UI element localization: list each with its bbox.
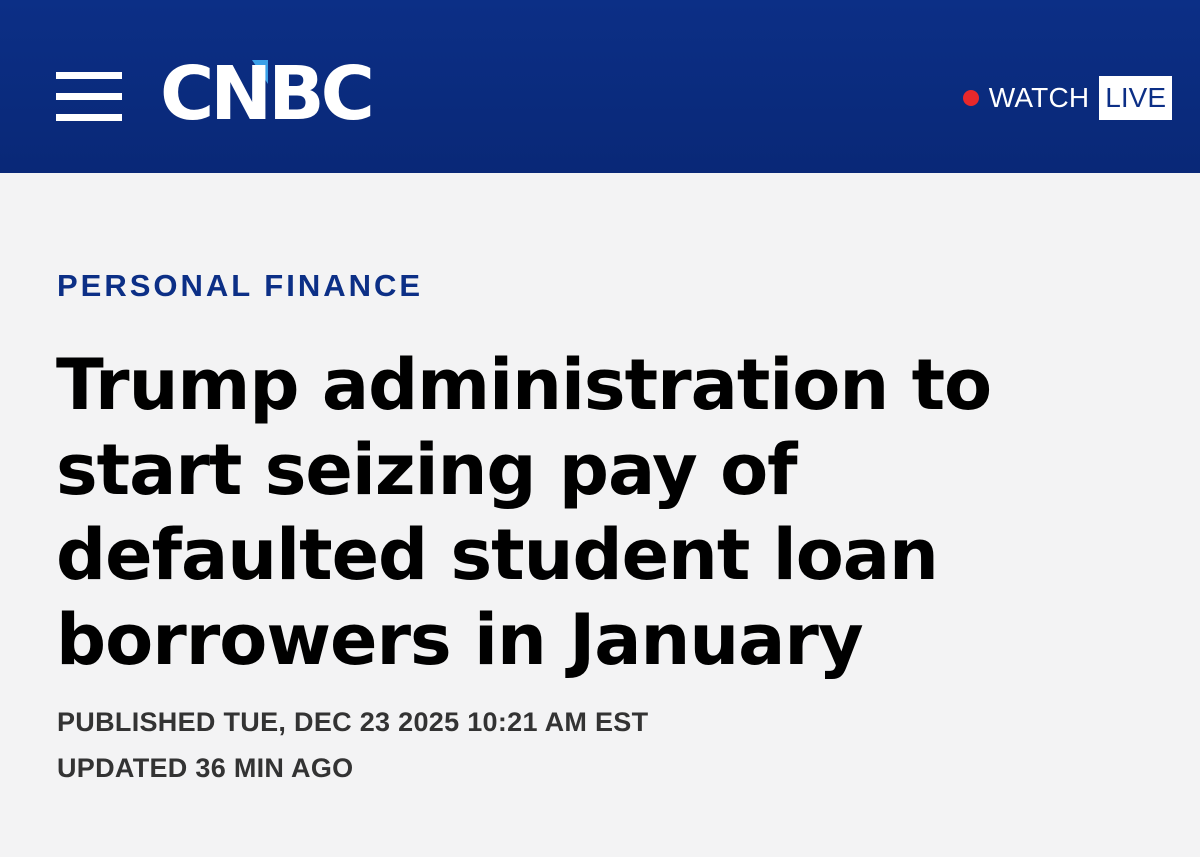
menu-line — [56, 114, 122, 121]
published-timestamp: PUBLISHED TUE, DEC 23 2025 10:21 AM EST — [57, 707, 649, 737]
menu-line — [56, 93, 122, 100]
headline-line: defaulted student loan — [56, 514, 939, 596]
headline-line: borrowers in January — [56, 599, 864, 681]
headline-line: Trump administration to — [56, 344, 992, 426]
cnbc-logo[interactable]: CNBC — [160, 54, 375, 134]
headline-line: start seizing pay of — [56, 429, 798, 511]
live-badge: LIVE — [1099, 76, 1172, 120]
menu-line — [56, 72, 122, 79]
watch-live-button[interactable]: WATCH LIVE — [962, 76, 1172, 120]
site-header: CNBC WATCH LIVE — [0, 0, 1200, 173]
article-headline: Trump administration to start seizing pa… — [56, 343, 1056, 683]
red-dot-icon — [962, 90, 979, 106]
hamburger-menu-icon[interactable] — [56, 72, 122, 122]
updated-timestamp: UPDATED 36 MIN AGO — [57, 753, 354, 783]
watch-label: WATCH — [988, 82, 1090, 113]
section-link-personal-finance[interactable]: PERSONAL FINANCE — [57, 268, 423, 304]
logo-text: CNBC — [160, 51, 375, 137]
